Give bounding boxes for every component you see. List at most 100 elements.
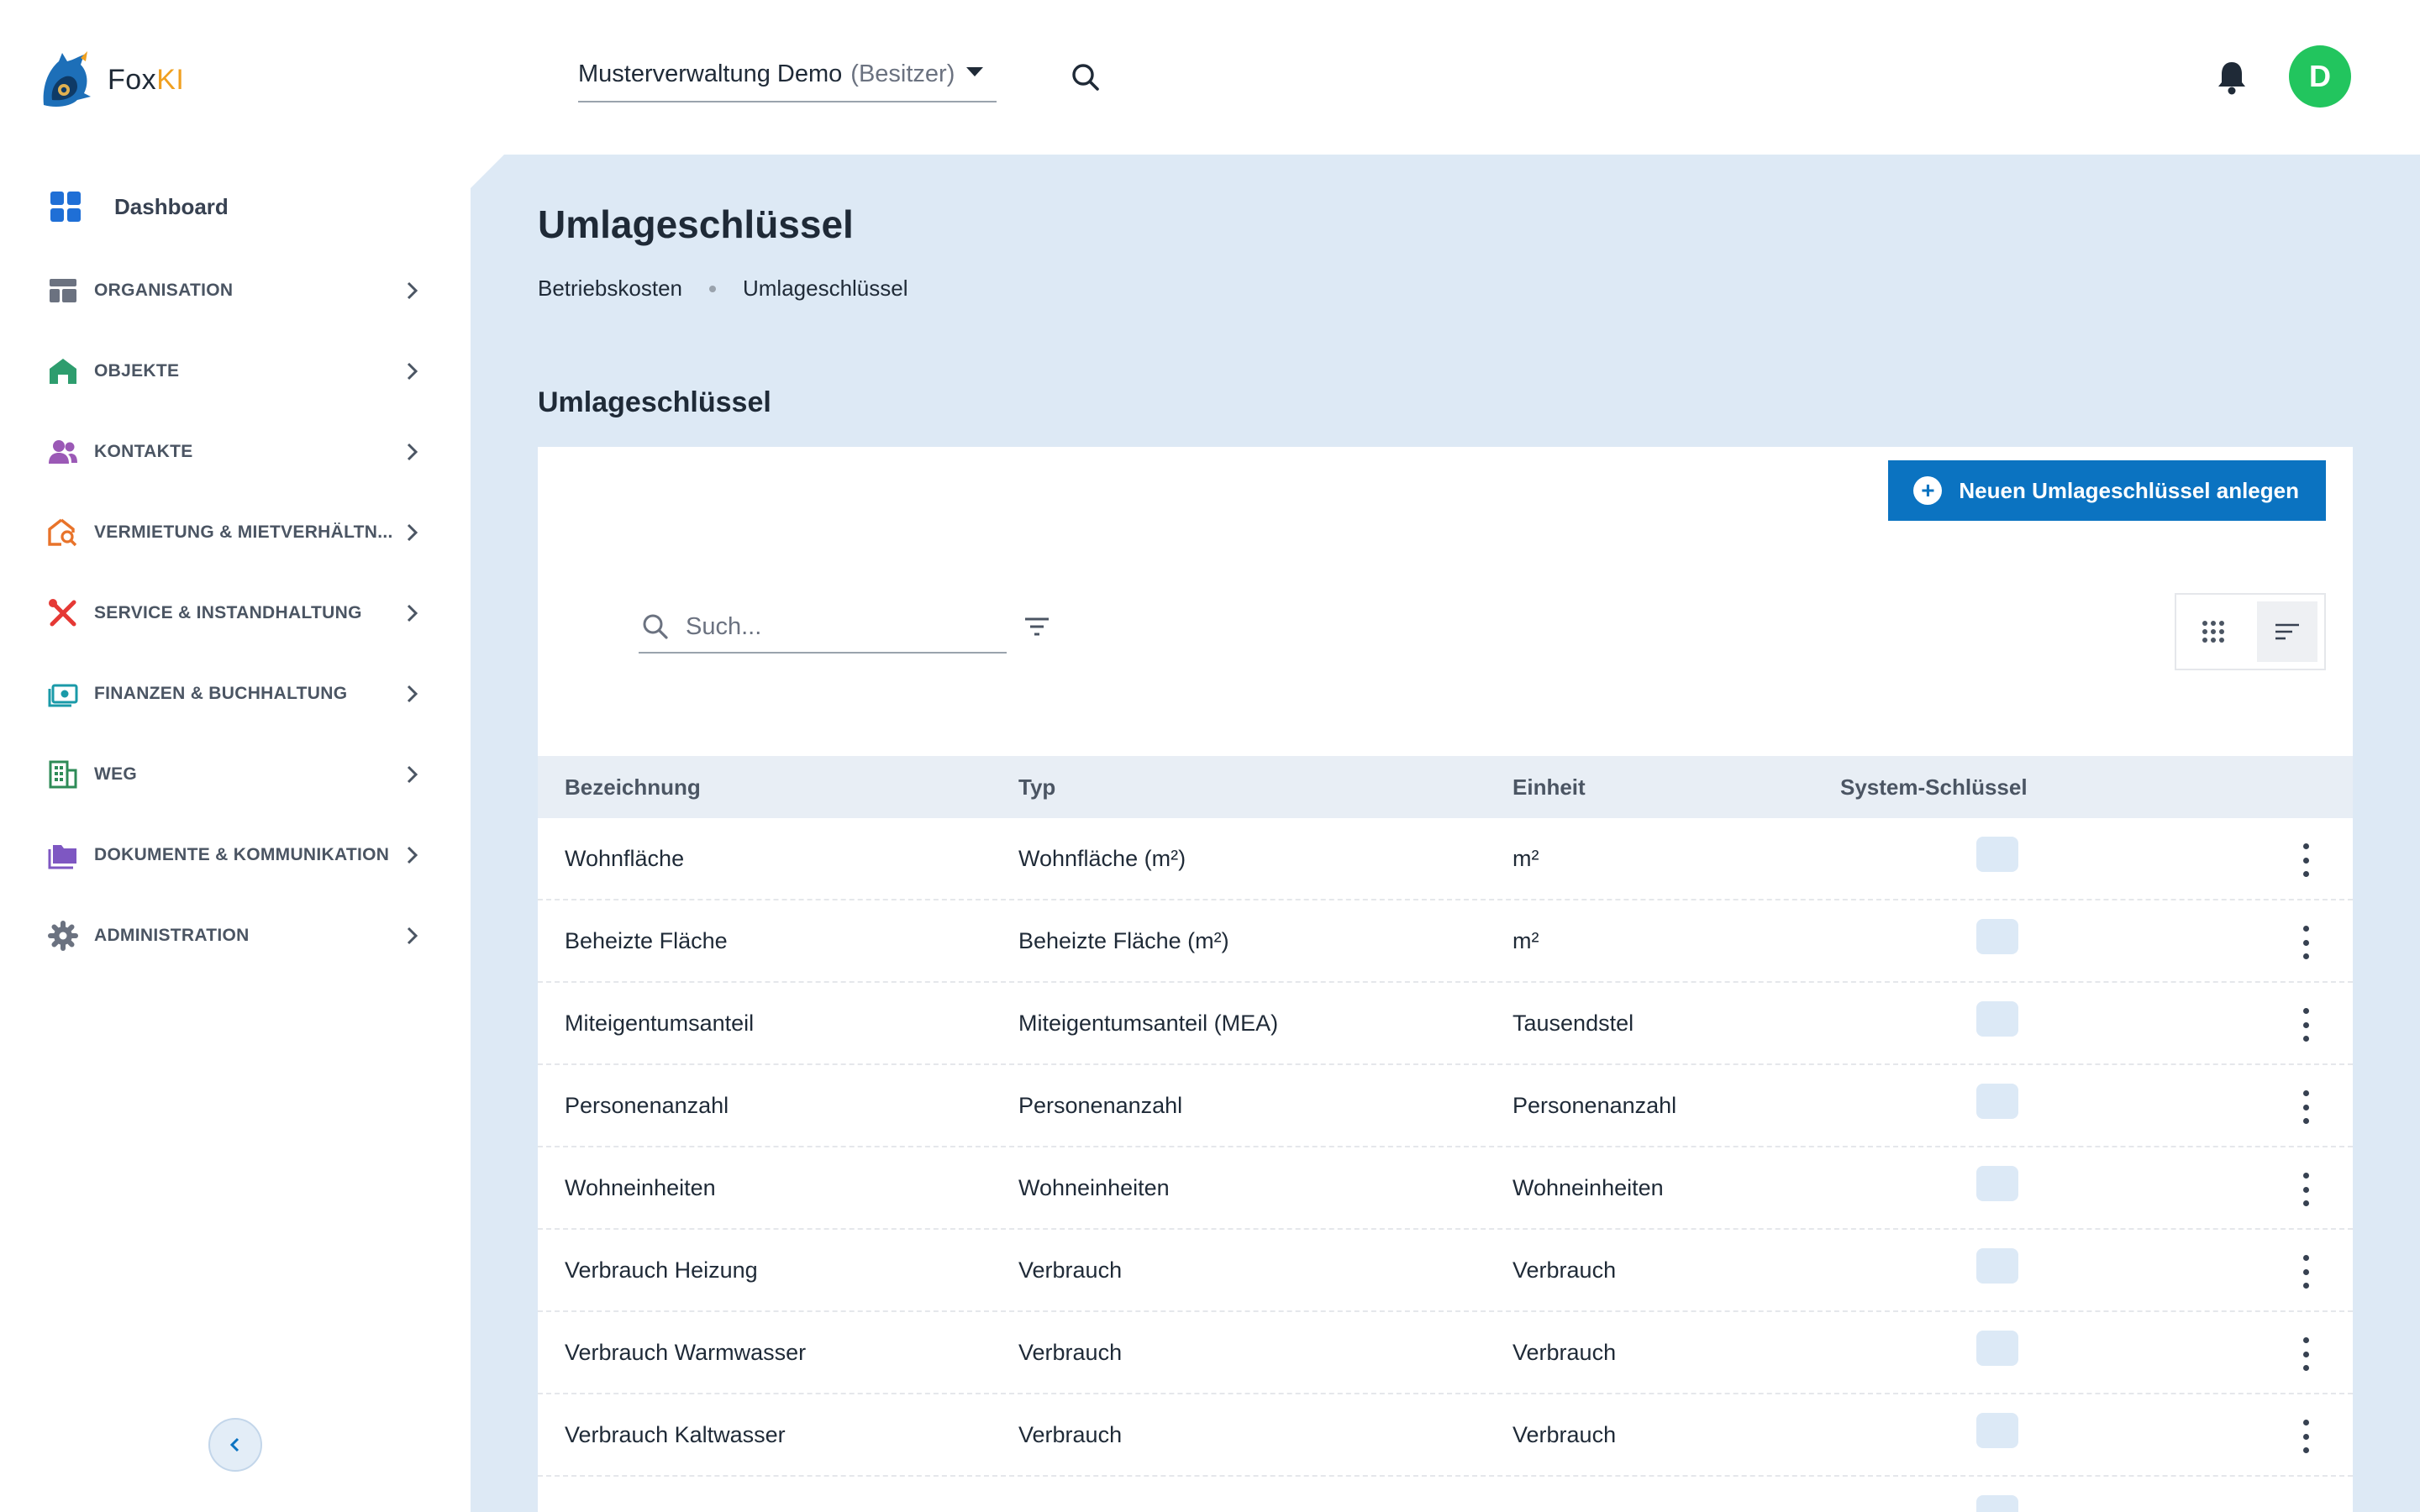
search-icon[interactable] [1069, 60, 1102, 94]
sidebar-item-kontakte[interactable]: KONTAKTE [47, 427, 425, 477]
kebab-dot [2302, 1186, 2309, 1193]
sidebar-item-vermietung[interactable]: VERMIETUNG & MIETVERHÄLTN... [47, 507, 425, 558]
chevron-right-icon [407, 604, 418, 622]
cell-bezeichnung: Verbrauch Warmwasser [565, 1339, 807, 1365]
money-icon [47, 678, 79, 710]
more-vert-icon[interactable] [2301, 843, 2311, 877]
table-row[interactable]: Wohneinheiten Wohneinheiten Wohneinheiten [538, 1147, 2353, 1230]
organization-name: Musterverwaltung Demo [578, 60, 843, 87]
more-vert-icon[interactable] [2301, 1173, 2311, 1206]
system-key-checkbox[interactable] [1976, 1248, 2018, 1284]
search-field [639, 601, 1007, 654]
sidebar-item-weg[interactable]: WEG [47, 749, 425, 800]
cell-bezeichnung: Verbrauch Kaltwasser [565, 1421, 786, 1447]
sidebar-item-administration[interactable]: ADMINISTRATION [47, 911, 425, 961]
kebab-dot [2302, 1173, 2309, 1179]
kebab-dot [2302, 1118, 2309, 1124]
system-key-checkbox[interactable] [1976, 1331, 2018, 1366]
chevron-right-icon [407, 281, 418, 300]
people-icon [47, 436, 79, 468]
tools-icon [47, 597, 79, 629]
column-header-bezeichnung[interactable]: Bezeichnung [565, 774, 701, 801]
filter-icon[interactable] [1022, 612, 1052, 642]
chevron-right-icon [407, 685, 418, 703]
kebab-dot [2302, 953, 2309, 959]
kebab-dot [2302, 1420, 2309, 1425]
more-vert-icon[interactable] [2301, 1420, 2311, 1453]
system-key-checkbox[interactable] [1976, 1495, 2018, 1512]
table-row[interactable]: Verbrauch Kaltwasser Verbrauch Verbrauch [538, 1394, 2353, 1477]
new-key-button-label: Neuen Umlageschlüssel anlegen [1959, 477, 2299, 503]
sidebar-item-label: Dashboard [114, 193, 229, 219]
kebab-dot [2302, 1104, 2309, 1110]
organization-select[interactable]: Musterverwaltung Demo (Besitzer) [578, 47, 997, 102]
more-vert-icon[interactable] [2301, 1090, 2311, 1124]
more-vert-icon[interactable] [2301, 926, 2311, 959]
list-view-button[interactable] [2257, 601, 2317, 662]
gear-icon [47, 920, 79, 952]
sidebar-item-objekte[interactable]: OBJEKTE [47, 346, 425, 396]
cell-typ: Personenanzahl [1018, 1092, 1183, 1118]
kebab-dot [2302, 1200, 2309, 1206]
cell-bezeichnung: Beheizte Fläche [565, 927, 728, 953]
system-key-checkbox[interactable] [1976, 837, 2018, 872]
table-row[interactable] [538, 1477, 2353, 1512]
cell-typ: Verbrauch [1018, 1257, 1123, 1283]
sort-lines-icon [2275, 623, 2299, 640]
sidebar-item-service[interactable]: SERVICE & INSTANDHALTUNG [47, 588, 425, 638]
sidebar-item-organisation[interactable]: ORGANISATION [47, 265, 425, 316]
app-logo[interactable]: FoxKI [37, 49, 184, 111]
kebab-dot [2302, 871, 2309, 877]
sidebar-item-dokumente[interactable]: DOKUMENTE & KOMMUNIKATION [47, 830, 425, 880]
table-row[interactable]: Wohnfläche Wohnfläche (m²) m² [538, 818, 2353, 900]
system-key-checkbox[interactable] [1976, 1001, 2018, 1037]
table-row[interactable]: Verbrauch Warmwasser Verbrauch Verbrauch [538, 1312, 2353, 1394]
cell-einheit: Personenanzahl [1512, 1092, 1677, 1118]
dashboard-grid-icon [50, 192, 81, 222]
system-key-checkbox[interactable] [1976, 1166, 2018, 1201]
kebab-dot [2302, 1365, 2309, 1371]
app-name: FoxKI [108, 63, 185, 96]
more-vert-icon[interactable] [2301, 1337, 2311, 1371]
kebab-dot [2302, 1008, 2309, 1014]
table-body: Wohnfläche Wohnfläche (m²) m² Beheizte Fläc… [538, 818, 2353, 1477]
table-row[interactable]: Personenanzahl Personenanzahl Personenanza… [538, 1065, 2353, 1147]
column-header-einheit[interactable]: Einheit [1512, 774, 1586, 801]
cell-einheit: Verbrauch [1512, 1257, 1617, 1283]
caret-down-icon [966, 67, 983, 76]
system-key-checkbox[interactable] [1976, 1084, 2018, 1119]
table-card: + Neuen Umlageschlüssel anlegen Such... … [538, 447, 2353, 1512]
grid-view-button[interactable] [2183, 601, 2244, 662]
chevron-right-icon [407, 362, 418, 381]
chevron-right-icon [407, 443, 418, 461]
sidebar: Dashboard ORGANISATION OBJEKTE KONTAKTE … [0, 155, 471, 1512]
kebab-dot [2302, 1036, 2309, 1042]
collapse-sidebar-button[interactable] [208, 1418, 262, 1472]
chevron-right-icon [407, 765, 418, 784]
top-header: FoxKI Musterverwaltung Demo (Besitzer) D [0, 0, 2420, 155]
table-row[interactable]: Verbrauch Heizung Verbrauch Verbrauch [538, 1230, 2353, 1312]
cell-einheit: Verbrauch [1512, 1421, 1617, 1447]
more-vert-icon[interactable] [2301, 1255, 2311, 1289]
sidebar-item-dashboard[interactable]: Dashboard [49, 181, 229, 232]
column-header-typ[interactable]: Typ [1018, 774, 1055, 801]
cell-einheit: m² [1512, 845, 1539, 871]
new-key-button[interactable]: + Neuen Umlageschlüssel anlegen [1888, 460, 2326, 521]
chevron-right-icon [407, 523, 418, 542]
system-key-checkbox[interactable] [1976, 919, 2018, 954]
table-row[interactable]: Beheizte Fläche Beheizte Fläche (m²) m² [538, 900, 2353, 983]
system-key-checkbox[interactable] [1976, 1413, 2018, 1448]
view-toggle [2175, 593, 2326, 670]
fox-logo-icon [43, 51, 91, 107]
user-avatar[interactable]: D [2289, 45, 2351, 108]
keys-table: Bezeichnung Typ Einheit System-Schlüssel… [538, 756, 2353, 1512]
cell-typ: Verbrauch [1018, 1339, 1123, 1365]
dots-grid-icon [2202, 621, 2224, 643]
breadcrumb-item-betriebskosten[interactable]: Betriebskosten [538, 276, 682, 302]
search-input[interactable] [686, 612, 988, 641]
column-header-system-schluessel[interactable]: System-Schlüssel [1840, 774, 2028, 801]
bell-icon[interactable] [2215, 59, 2249, 96]
table-row[interactable]: Miteigentumsanteil Miteigentumsanteil (ME… [538, 983, 2353, 1065]
sidebar-item-finanzen[interactable]: FINANZEN & BUCHHALTUNG [47, 669, 425, 719]
more-vert-icon[interactable] [2301, 1008, 2311, 1042]
